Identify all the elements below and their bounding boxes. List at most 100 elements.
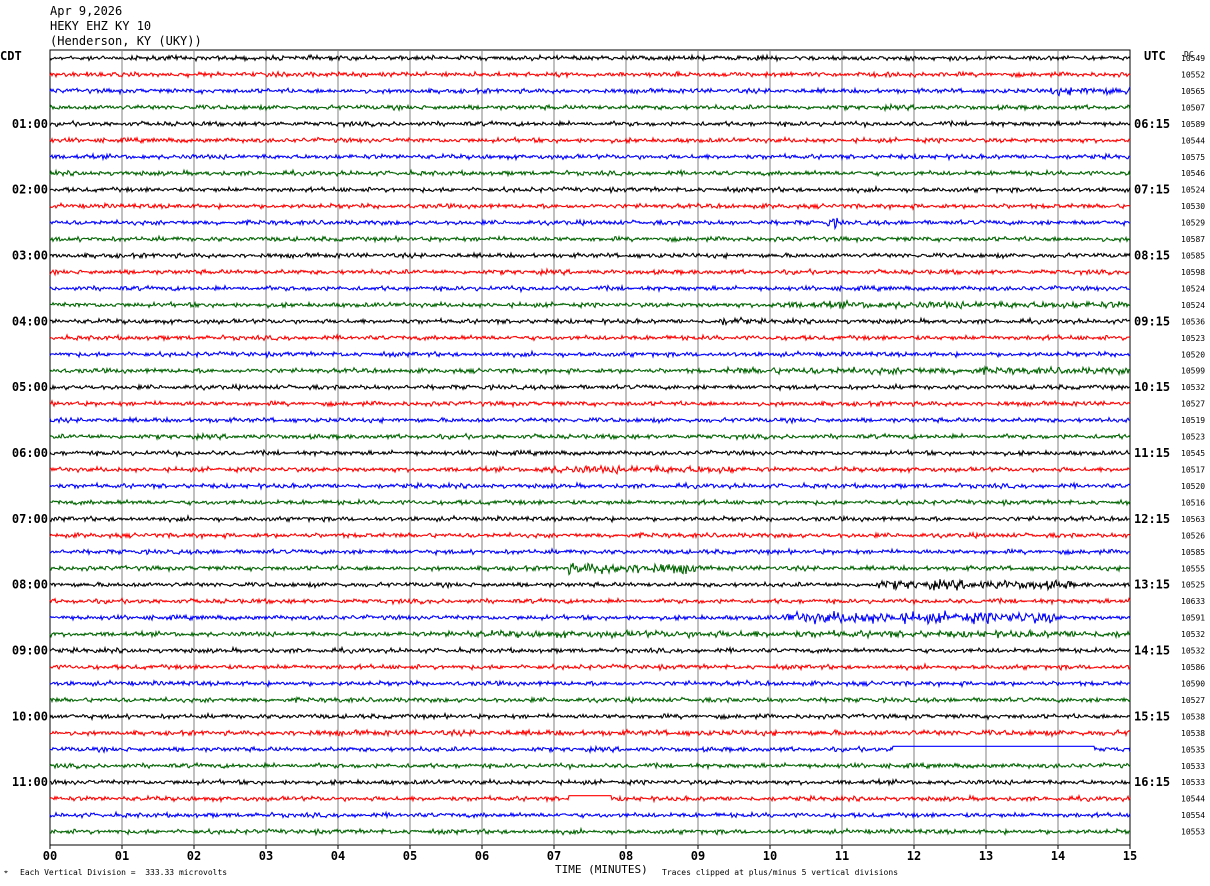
x-tick-label-02: 02 xyxy=(187,849,201,863)
dc-offset-label: 10633 xyxy=(1181,597,1205,606)
x-tick-label-08: 08 xyxy=(619,849,633,863)
clip-note: Traces clipped at plus/minus 5 vertical … xyxy=(662,868,899,877)
dc-offset-label: 10533 xyxy=(1181,778,1205,787)
left-hour-label: 10:00 xyxy=(12,709,48,723)
right-hour-label: 14:15 xyxy=(1134,644,1170,658)
x-tick-label-13: 13 xyxy=(979,849,993,863)
dc-offset-label: 10552 xyxy=(1181,70,1205,79)
right-hour-label: 10:15 xyxy=(1134,380,1170,394)
x-tick-label-06: 06 xyxy=(475,849,489,863)
left-hour-label: 08:00 xyxy=(12,578,48,592)
dc-offset-label: 10586 xyxy=(1181,663,1205,672)
scale-note: Each Vertical Division = 333.33 microvol… xyxy=(20,868,228,877)
left-hour-label: 09:00 xyxy=(12,644,48,658)
dc-offset-label: 10523 xyxy=(1181,433,1205,442)
dc-offset-label: 10536 xyxy=(1181,317,1205,326)
footer-marker-icon: ⌖ xyxy=(4,868,8,876)
dc-offset-label: 10524 xyxy=(1181,301,1205,310)
trace-row-20 xyxy=(49,382,1131,392)
trace-row-22 xyxy=(49,415,1131,425)
dc-offset-label: 10575 xyxy=(1181,153,1205,162)
right-hour-label: 12:15 xyxy=(1134,512,1170,526)
trace-row-46 xyxy=(49,810,1131,820)
x-tick-label-15: 15 xyxy=(1123,849,1137,863)
dc-offset-label: 10524 xyxy=(1181,186,1205,195)
left-hour-label: 01:00 xyxy=(12,117,48,131)
dc-offset-label: 10587 xyxy=(1181,235,1205,244)
dc-offset-label: 10529 xyxy=(1181,219,1205,228)
trace-row-4 xyxy=(49,119,1131,129)
x-tick-label-00: 00 xyxy=(43,849,57,863)
x-tick-label-11: 11 xyxy=(835,849,849,863)
dc-offset-label: 10532 xyxy=(1181,630,1205,639)
left-hour-label: 02:00 xyxy=(12,183,48,197)
dc-offset-label: 10555 xyxy=(1181,564,1205,573)
dc-offset-label: 10516 xyxy=(1181,498,1205,507)
trace-row-30 xyxy=(49,547,1131,557)
left-hour-label: 05:00 xyxy=(12,380,48,394)
dc-offset-label: 10520 xyxy=(1181,482,1205,491)
dc-offset-label: 10538 xyxy=(1181,729,1205,738)
trace-row-14 xyxy=(49,283,1131,294)
x-tick-label-03: 03 xyxy=(259,849,273,863)
right-hour-label: 06:15 xyxy=(1134,117,1170,131)
dc-offset-label: 10563 xyxy=(1181,515,1205,524)
trace-row-47 xyxy=(50,826,1131,837)
trace-row-17 xyxy=(49,333,1131,343)
right-hour-label: 07:15 xyxy=(1134,183,1170,197)
trace-row-13 xyxy=(49,267,1131,277)
trace-row-37 xyxy=(49,662,1131,672)
trace-row-25 xyxy=(49,464,1131,475)
trace-row-45 xyxy=(49,793,1131,804)
right-hour-label: 13:15 xyxy=(1134,578,1170,592)
right-hour-label: 09:15 xyxy=(1134,314,1170,328)
trace-row-23 xyxy=(49,431,1131,442)
trace-row-18 xyxy=(49,349,1131,359)
trace-row-35 xyxy=(49,628,1131,640)
trace-row-1 xyxy=(49,70,1131,80)
x-tick-label-04: 04 xyxy=(331,849,345,863)
right-hour-label: 08:15 xyxy=(1134,249,1170,263)
dc-offset-label: 10525 xyxy=(1181,581,1205,590)
trace-row-26 xyxy=(49,481,1131,491)
dc-offset-label: 10544 xyxy=(1181,795,1205,804)
x-tick-label-05: 05 xyxy=(403,849,417,863)
dc-offset-label: 10544 xyxy=(1181,136,1205,145)
trace-row-29 xyxy=(49,530,1131,541)
dc-offset-label: 10585 xyxy=(1181,548,1205,557)
trace-row-7 xyxy=(49,168,1131,178)
trace-row-28 xyxy=(49,514,1131,524)
seismic-traces xyxy=(49,53,1131,837)
trace-row-44 xyxy=(49,777,1131,787)
dc-offset-label: 10532 xyxy=(1181,647,1205,656)
right-hour-label: 16:15 xyxy=(1134,775,1170,789)
left-hour-label: 11:00 xyxy=(12,775,48,789)
dc-offset-label: 10517 xyxy=(1181,466,1205,475)
x-tick-label-09: 09 xyxy=(691,849,705,863)
x-tick-label-12: 12 xyxy=(907,849,921,863)
dc-offset-label: 10535 xyxy=(1181,745,1205,754)
trace-row-39 xyxy=(49,695,1131,705)
dc-offset-label: 10599 xyxy=(1181,367,1205,376)
trace-row-2 xyxy=(49,86,1131,97)
dc-offset-label: 10526 xyxy=(1181,531,1205,540)
dc-offset-label: 10520 xyxy=(1181,350,1205,359)
trace-row-41 xyxy=(49,728,1131,738)
dc-offset-label: 10554 xyxy=(1181,811,1205,820)
trace-row-16 xyxy=(49,316,1131,327)
x-tick-label-14: 14 xyxy=(1051,849,1065,863)
right-hour-label: 15:15 xyxy=(1134,709,1170,723)
dc-offset-label: 10523 xyxy=(1181,334,1205,343)
trace-row-19 xyxy=(49,365,1131,377)
dc-offset-label: 10538 xyxy=(1181,712,1205,721)
dc-offset-label: 10545 xyxy=(1181,449,1205,458)
trace-row-27 xyxy=(49,497,1131,508)
trace-row-12 xyxy=(49,251,1131,261)
trace-row-33 xyxy=(49,596,1131,607)
left-hour-label: 03:00 xyxy=(12,249,48,263)
left-hour-label: 07:00 xyxy=(12,512,48,526)
trace-row-31 xyxy=(49,562,1131,576)
dc-offset-label: 10549 xyxy=(1181,54,1205,63)
trace-row-6 xyxy=(49,152,1131,162)
trace-row-9 xyxy=(49,201,1131,211)
